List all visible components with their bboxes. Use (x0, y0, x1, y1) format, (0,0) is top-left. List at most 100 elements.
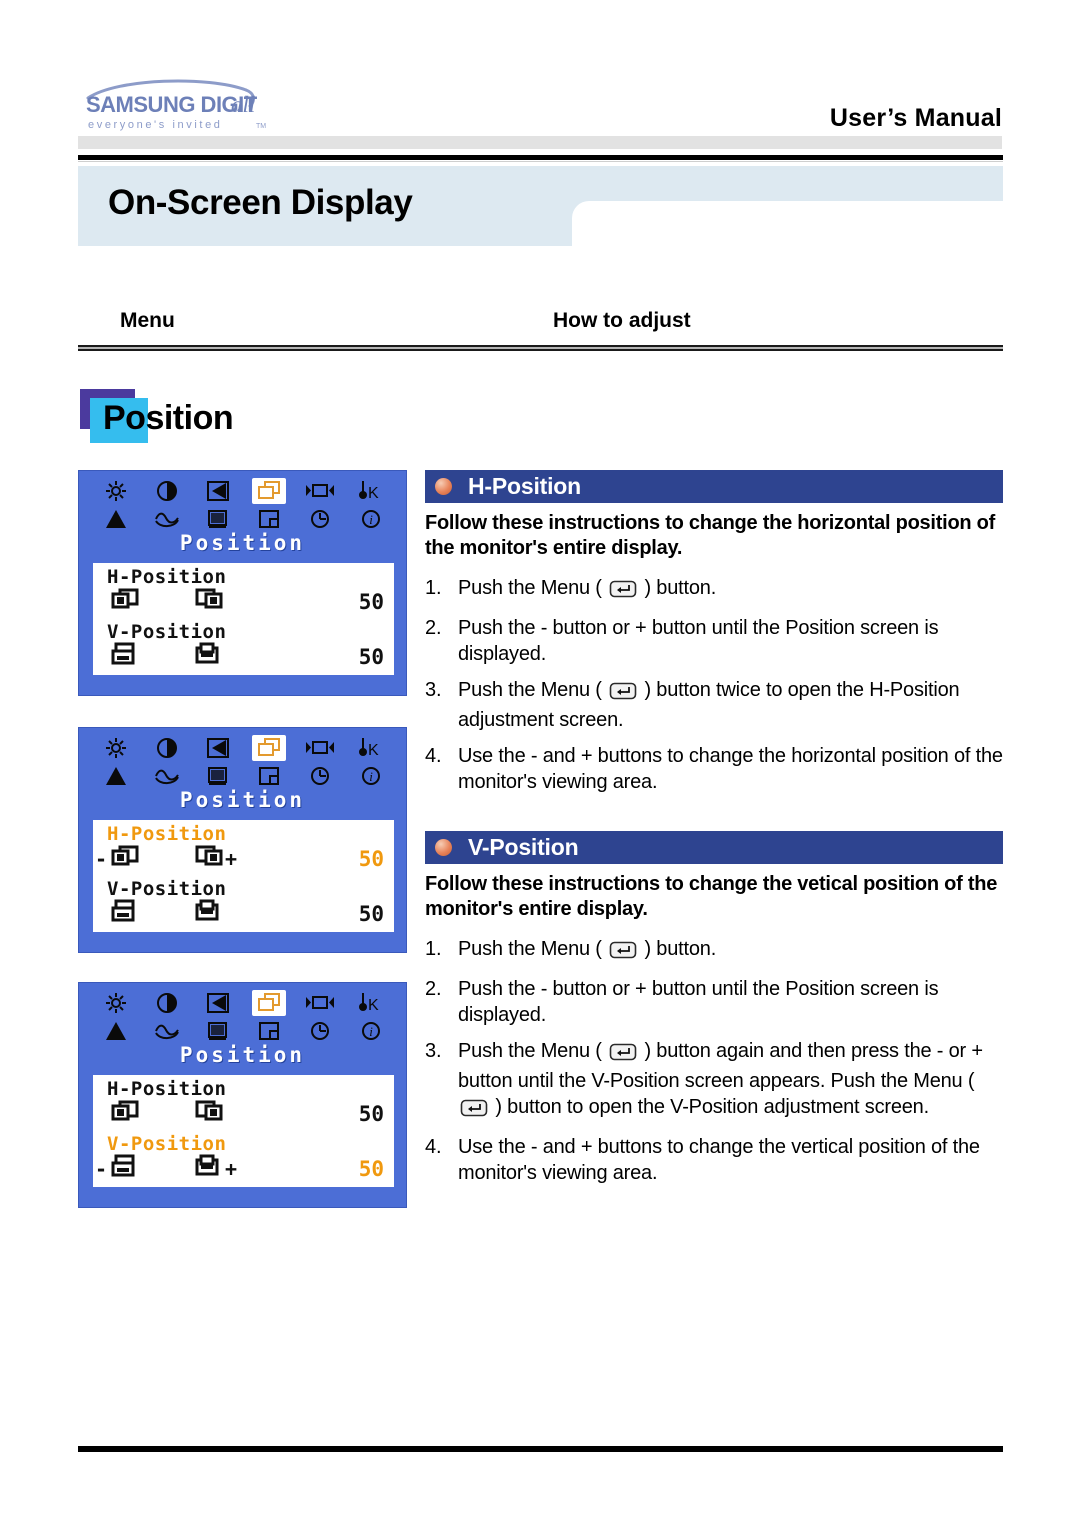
osd-controls-v: 50 (93, 642, 394, 672)
osd-screen-h-position-adjust: K i Position H-Position - + 50 V-Positio… (78, 727, 407, 953)
h-position-left-icon (111, 587, 141, 617)
degauss-icon (303, 763, 337, 789)
header-rule (78, 155, 1003, 160)
corner-icon (252, 1018, 286, 1044)
column-header-menu: Menu (120, 309, 175, 332)
moire-icon (201, 1018, 235, 1044)
menu-button-icon (609, 1042, 637, 1068)
instructions-column: H-Position Follow these instructions to … (425, 470, 1003, 1196)
position-icon (251, 735, 286, 761)
pincushion-icon (99, 1018, 133, 1044)
osd-controls-h: 50 (93, 1099, 394, 1129)
osd-icon-row: K i (91, 477, 396, 533)
osd-row-label-v: V-Position (107, 621, 227, 643)
step-text: Use the - and + buttons to change the ve… (458, 1136, 980, 1184)
step-text-pre: Push the Menu ( (458, 577, 608, 599)
osd-controls-h: - + 50 (93, 844, 394, 874)
v-position-down-icon (193, 899, 223, 929)
section-description: Follow these instructions to change the … (425, 873, 998, 920)
osd-plus-v: + (224, 1157, 238, 1181)
corner-icon (252, 763, 286, 789)
samsung-logo: SAMSUNG DIGIT all everyone's invited TM (78, 76, 278, 134)
size-icon (303, 478, 337, 504)
trapezoid-icon (201, 990, 235, 1016)
page-title: On-Screen Display (108, 183, 413, 222)
osd-icon-row: K i (91, 734, 396, 790)
osd-row-label-h: H-Position (107, 823, 227, 845)
step-item: Push the - button or + button until the … (425, 976, 1003, 1028)
osd-row-label-h: H-Position (107, 1078, 227, 1100)
trapezoid-icon (201, 478, 235, 504)
osd-body: H-Position - + 50 V-Position 50 (93, 820, 394, 932)
step-text: Use the - and + buttons to change the ho… (458, 745, 1003, 793)
degauss-icon (303, 1018, 337, 1044)
svg-text:i: i (369, 512, 373, 527)
brightness-icon (99, 990, 133, 1016)
svg-text:K: K (368, 742, 379, 759)
step-item: Push the - button or + button until the … (425, 615, 1003, 667)
column-header-how-to-adjust: How to adjust (553, 309, 691, 332)
osd-controls-v: 50 (93, 899, 394, 929)
svg-text:i: i (369, 1024, 373, 1039)
osd-value-h: 50 (358, 847, 384, 871)
trapezoid-icon (201, 735, 235, 761)
step-text-post: ) button. (639, 577, 717, 599)
column-header-divider (78, 345, 1003, 352)
step-item: Push the Menu ( ) button. (425, 575, 1003, 605)
h-position-left-icon (111, 844, 141, 874)
osd-icon-row: K i (91, 989, 396, 1045)
osd-row-label-v: V-Position (107, 878, 227, 900)
osd-controls-v: - + 50 (93, 1154, 394, 1184)
brightness-icon (99, 735, 133, 761)
osd-row-label-h: H-Position (107, 566, 227, 588)
osd-controls-h: 50 (93, 587, 394, 617)
contrast-icon (150, 735, 184, 761)
osd-body: H-Position 50 V-Position 50 (93, 563, 394, 675)
pincushion-icon (99, 506, 133, 532)
svg-text:all: all (231, 92, 255, 117)
step-text-post: ) button to open the V-Position adjustme… (490, 1096, 929, 1118)
osd-heading: Position (179, 531, 306, 555)
osd-value-v: 50 (358, 902, 384, 926)
menu-button-icon (609, 681, 637, 707)
information-icon: i (354, 763, 388, 789)
parallelogram-icon (150, 506, 184, 532)
information-icon: i (354, 506, 388, 532)
section-title: V-Position (468, 834, 579, 860)
menu-button-icon (609, 940, 637, 966)
osd-screen-position-menu: K i Position H-Position 50 V-Position 50 (78, 470, 407, 696)
svg-text:everyone's invited: everyone's invited (88, 119, 223, 131)
osd-value-h: 50 (358, 590, 384, 614)
osd-heading: Position (179, 1043, 306, 1067)
step-text-post: ) button. (639, 938, 717, 960)
step-list-v-position: Push the Menu ( ) button. Push the - but… (425, 936, 1003, 1186)
bullet-icon (435, 839, 452, 856)
size-icon (303, 735, 337, 761)
brightness-icon (99, 478, 133, 504)
h-position-right-icon (193, 1099, 223, 1129)
svg-text:i: i (369, 769, 373, 784)
contrast-icon (150, 478, 184, 504)
osd-value-v: 50 (358, 1157, 384, 1181)
footer-rule (78, 1446, 1003, 1452)
v-position-down-icon (193, 642, 223, 672)
color-temperature-icon: K (354, 990, 388, 1016)
step-item: Push the Menu ( ) button again and then … (425, 1038, 1003, 1124)
menu-button-icon (460, 1098, 488, 1124)
step-item: Push the Menu ( ) button twice to open t… (425, 677, 1003, 733)
h-position-left-icon (111, 1099, 141, 1129)
contrast-icon (150, 990, 184, 1016)
menu-button-icon (609, 579, 637, 605)
parallelogram-icon (150, 1018, 184, 1044)
color-temperature-icon: K (354, 735, 388, 761)
step-item: Use the - and + buttons to change the ve… (425, 1134, 1003, 1186)
parallelogram-icon (150, 763, 184, 789)
v-position-up-icon (111, 1154, 141, 1184)
h-position-right-icon (193, 587, 223, 617)
v-position-up-icon (111, 899, 141, 929)
svg-text:TM: TM (256, 123, 266, 130)
section-header-h-position: H-Position (425, 470, 1003, 503)
header-rule-shadow (78, 161, 1003, 162)
size-icon (303, 990, 337, 1016)
